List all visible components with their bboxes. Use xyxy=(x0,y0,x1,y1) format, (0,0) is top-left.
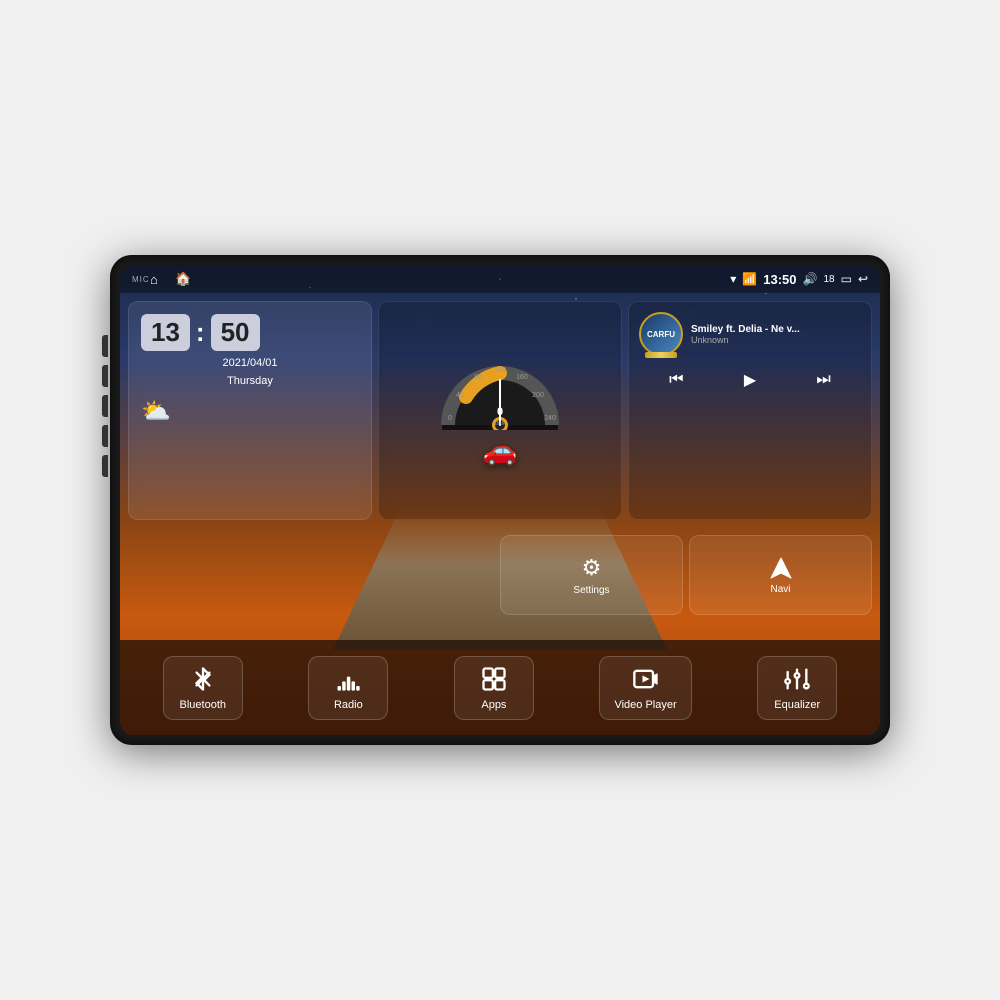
speedometer-widget: 0 40 80 120 160 200 240 0 xyxy=(378,301,622,520)
back-icon[interactable]: ↩ xyxy=(858,272,868,286)
clock-colon: : xyxy=(196,317,205,348)
equalizer-button[interactable]: Equalizer xyxy=(757,656,837,720)
wifi-icon: ▾ xyxy=(730,272,736,286)
svg-text:40: 40 xyxy=(456,392,464,399)
bottom-bar: Bluetooth Radio xyxy=(120,640,880,735)
play-button[interactable]: ▶ xyxy=(736,366,764,394)
volume-icon: 🔊 xyxy=(803,272,818,286)
bluetooth-label: Bluetooth xyxy=(180,699,226,711)
clock-day: Thursday xyxy=(141,375,359,387)
equalizer-label: Equalizer xyxy=(774,699,820,711)
bluetooth-button[interactable]: Bluetooth xyxy=(163,656,243,720)
music-logo: CARFU xyxy=(639,312,683,356)
radio-button[interactable]: Radio xyxy=(308,656,388,720)
svg-text:0: 0 xyxy=(497,406,503,418)
music-logo-text: CARFU xyxy=(647,330,675,339)
clock-date: 2021/04/01 xyxy=(141,357,359,369)
middle-area: ⚙ Settings Navi xyxy=(500,535,872,615)
screen: MIC ⌂ 🏠 ▾ 📶 13:50 🔊 18 ▭ ↩ 13 : 50 xyxy=(120,265,880,735)
status-time: 13:50 xyxy=(763,272,796,287)
music-title: Smiley ft. Delia - Ne v... xyxy=(691,324,861,335)
apps-label: Apps xyxy=(481,699,506,711)
speedometer: 0 40 80 120 160 200 240 0 xyxy=(440,355,560,430)
clock-display: 13 : 50 xyxy=(141,314,359,351)
svg-text:240: 240 xyxy=(544,415,556,422)
side-button-home[interactable] xyxy=(102,365,108,387)
music-artist: Unknown xyxy=(691,335,861,345)
clock-hour: 13 xyxy=(141,314,190,351)
music-info: Smiley ft. Delia - Ne v... Unknown xyxy=(691,324,861,345)
bluetooth-icon xyxy=(189,665,217,693)
video-label: Video Player xyxy=(614,699,676,711)
side-button-power[interactable] xyxy=(102,335,108,357)
clock-weather: ⛅ xyxy=(141,397,359,426)
navi-widget[interactable]: Navi xyxy=(689,535,872,615)
svg-text:km/h: km/h xyxy=(493,421,506,427)
speedometer-svg: 0 40 80 120 160 200 240 0 xyxy=(440,355,560,430)
status-bar: MIC ⌂ 🏠 ▾ 📶 13:50 🔊 18 ▭ ↩ xyxy=(120,265,880,293)
video-button[interactable]: Video Player xyxy=(599,656,691,720)
car-head-unit: MIC ⌂ 🏠 ▾ 📶 13:50 🔊 18 ▭ ↩ 13 : 50 xyxy=(110,255,890,745)
equalizer-icon xyxy=(783,665,811,693)
mic-label: MIC xyxy=(132,275,150,284)
car-container: 🚗 xyxy=(387,434,613,467)
side-button-vol-up[interactable] xyxy=(102,425,108,447)
home-outline-icon[interactable]: ⌂ xyxy=(150,272,158,287)
radio-label: Radio xyxy=(334,699,363,711)
home-filled-icon[interactable]: 🏠 xyxy=(175,271,191,287)
svg-text:0: 0 xyxy=(448,415,452,422)
svg-text:160: 160 xyxy=(516,374,528,381)
side-buttons xyxy=(102,335,108,477)
side-button-vol-down[interactable] xyxy=(102,455,108,477)
status-icons: ▾ 📶 13:50 🔊 18 ▭ ↩ xyxy=(730,272,868,287)
music-top: CARFU Smiley ft. Delia - Ne v... Unknown xyxy=(639,312,861,356)
apps-button[interactable]: Apps xyxy=(454,656,534,720)
radio-icon xyxy=(334,665,362,693)
svg-text:120: 120 xyxy=(494,367,506,374)
navi-icon xyxy=(769,556,793,580)
music-controls: ⏮ ▶ ⏭ xyxy=(639,366,861,394)
navi-label: Navi xyxy=(770,584,790,595)
next-button[interactable]: ⏭ xyxy=(808,367,838,393)
side-button-back[interactable] xyxy=(102,395,108,417)
upper-area: 13 : 50 2021/04/01 Thursday ⛅ xyxy=(120,293,880,528)
prev-button[interactable]: ⏮ xyxy=(661,367,691,393)
music-widget[interactable]: CARFU Smiley ft. Delia - Ne v... Unknown… xyxy=(628,301,872,520)
svg-text:200: 200 xyxy=(532,392,544,399)
car-icon: 🚗 xyxy=(483,434,518,467)
settings-label: Settings xyxy=(573,585,609,596)
clock-widget: 13 : 50 2021/04/01 Thursday ⛅ xyxy=(128,301,372,520)
volume-level: 18 xyxy=(823,274,834,285)
battery-icon: ▭ xyxy=(841,272,852,286)
svg-text:80: 80 xyxy=(474,374,482,381)
apps-icon xyxy=(480,665,508,693)
wifi-signal-icon: 📶 xyxy=(742,272,757,286)
weather-icon: ⛅ xyxy=(141,397,171,426)
clock-minute: 50 xyxy=(211,314,260,351)
video-icon xyxy=(632,665,660,693)
settings-icon: ⚙ xyxy=(582,555,602,581)
settings-widget[interactable]: ⚙ Settings xyxy=(500,535,683,615)
